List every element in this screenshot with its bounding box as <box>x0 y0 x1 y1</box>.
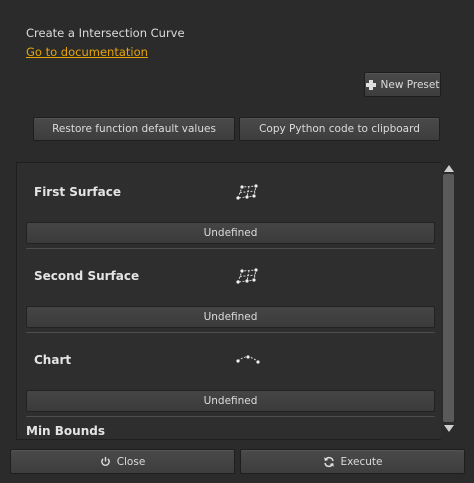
section-label: Chart <box>34 353 72 367</box>
scroll-thumb[interactable] <box>443 174 454 422</box>
field-value: Undefined <box>203 395 258 407</box>
section-label: Second Surface <box>34 269 140 283</box>
min-bounds-label: Min Bounds <box>26 424 105 438</box>
restore-defaults-label: Restore function default values <box>52 123 216 135</box>
execute-button[interactable]: Execute <box>240 449 465 474</box>
scroll-up-arrow-icon[interactable] <box>444 165 454 172</box>
restore-defaults-button[interactable]: Restore function default values <box>33 117 235 141</box>
scroll-down-arrow-icon[interactable] <box>444 425 454 432</box>
copy-python-button[interactable]: Copy Python code to clipboard <box>239 117 440 141</box>
section-divider <box>26 332 435 333</box>
first-surface-field[interactable]: Undefined <box>26 222 435 244</box>
panel-scrollbar[interactable] <box>441 162 457 440</box>
intersection-curve-dialog: Create a Intersection Curve Go to docume… <box>0 0 474 483</box>
chart-icon <box>235 352 261 372</box>
new-preset-button[interactable]: New Preset <box>364 72 441 97</box>
parameters-panel: First Surface Undefined Second Surface U… <box>16 162 457 440</box>
section-divider <box>26 416 435 417</box>
documentation-link[interactable]: Go to documentation <box>26 45 148 59</box>
close-label: Close <box>116 455 146 468</box>
refresh-icon <box>323 456 335 468</box>
dialog-title: Create a Intersection Curve <box>26 26 185 40</box>
copy-python-label: Copy Python code to clipboard <box>259 123 420 135</box>
field-value: Undefined <box>203 311 258 323</box>
section-label: First Surface <box>34 185 121 199</box>
close-button[interactable]: Close <box>10 449 235 474</box>
section-divider <box>26 248 435 249</box>
second-surface-field[interactable]: Undefined <box>26 306 435 328</box>
power-icon <box>100 456 111 467</box>
plus-icon <box>365 79 376 90</box>
field-value: Undefined <box>203 227 258 239</box>
surface-icon <box>235 267 261 289</box>
new-preset-label: New Preset <box>380 78 440 91</box>
chart-field[interactable]: Undefined <box>26 390 435 412</box>
surface-icon <box>235 183 261 205</box>
execute-label: Execute <box>340 455 383 468</box>
